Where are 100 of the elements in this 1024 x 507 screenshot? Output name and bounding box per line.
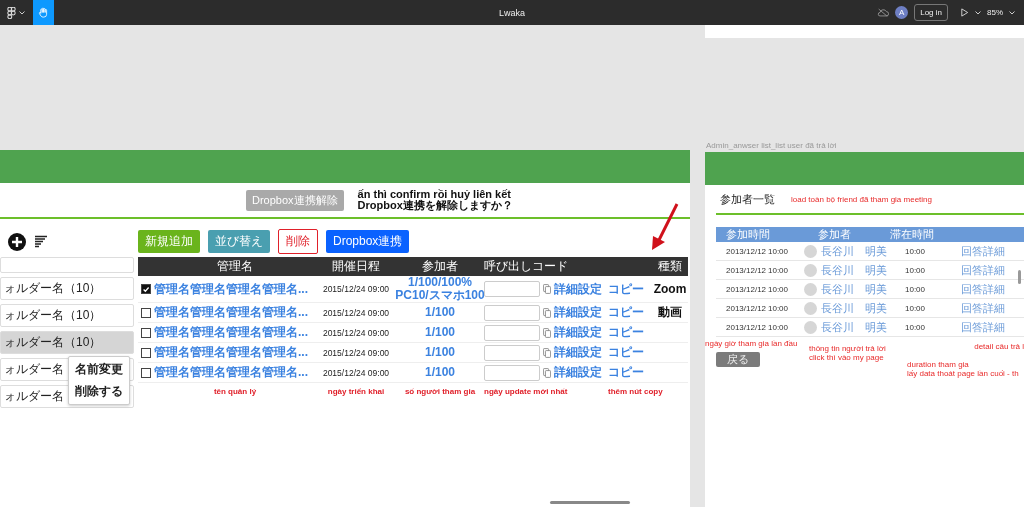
annotation-text: lấy data thoát page lần cuối - th <box>907 369 1019 378</box>
copy-link[interactable]: コピー <box>608 280 652 298</box>
name-link[interactable]: 管理名管理名管理名管理名... <box>154 280 316 298</box>
copy-icon[interactable] <box>543 307 551 318</box>
checkbox[interactable] <box>141 347 151 358</box>
scrollbar-thumb[interactable] <box>1018 270 1021 284</box>
settings-link[interactable]: 詳細設定 <box>554 304 608 321</box>
action-button[interactable]: 削除 <box>278 228 318 254</box>
annotation-text: thêm nút copy <box>608 387 664 396</box>
name-link[interactable]: 管理名管理名管理名管理名... <box>154 324 316 341</box>
annotation-text: ngày triển khai <box>327 387 385 396</box>
participant-link[interactable]: 長谷川 明美 <box>821 243 893 259</box>
copy-icon[interactable] <box>543 284 551 294</box>
menu-item[interactable]: 名前変更 <box>75 361 123 378</box>
action-button[interactable]: 並び替え <box>208 229 270 253</box>
settings-link[interactable]: 詳細設定 <box>554 280 608 298</box>
search-field[interactable] <box>0 257 134 273</box>
copy-link[interactable]: コピー <box>608 364 652 381</box>
detail-link[interactable]: 回答詳細 <box>961 281 1005 297</box>
checkbox[interactable] <box>141 367 151 378</box>
table-cell-text: 10:00 <box>768 322 790 332</box>
back-button[interactable]: 戻る <box>716 352 760 367</box>
action-button[interactable]: Dropbox連携 <box>326 229 410 253</box>
zoom-level[interactable]: 85% <box>987 8 1003 17</box>
table-cell: 2013/12/12 <box>726 322 768 332</box>
detail-link[interactable]: 回答詳細 <box>961 262 1005 278</box>
caret-icon[interactable] <box>1009 10 1015 15</box>
participant-link[interactable]: 長谷川 明美 <box>821 319 893 335</box>
copy-icon[interactable] <box>543 347 551 358</box>
logo-icon[interactable] <box>7 6 16 19</box>
participant-link[interactable]: 長谷川 明美 <box>821 300 893 316</box>
table-cell-text: 10:00 <box>905 265 927 275</box>
table-cell: 2013/12/12 <box>726 246 768 256</box>
code-field[interactable] <box>484 281 540 297</box>
table-cell: 2013/12/12 <box>726 265 768 275</box>
settings-link[interactable]: 詳細設定 <box>554 324 608 341</box>
avatar-icon <box>804 282 817 296</box>
table-cell-text: 10:00 <box>905 303 927 313</box>
settings-link[interactable]: 詳細設定 <box>554 344 608 361</box>
copy-link[interactable]: コピー <box>608 344 652 361</box>
copy-icon[interactable] <box>543 367 551 378</box>
copy-link[interactable]: コピー <box>608 324 652 341</box>
hand-tool-button[interactable] <box>33 0 54 25</box>
checkbox[interactable] <box>141 307 151 318</box>
table-cell-text: 10:00 <box>905 246 927 256</box>
detail-link[interactable]: 回答詳細 <box>961 300 1005 316</box>
folder-item[interactable]: ォルダー名（10） <box>0 277 134 300</box>
folder-item[interactable]: ォルダー名（10） <box>0 331 134 354</box>
annotation-text: duration tham gia <box>907 360 970 369</box>
login-button[interactable]: Log in <box>914 4 948 21</box>
avatar-icon <box>804 263 817 277</box>
column-header: 呼び出しコード <box>484 259 568 274</box>
copy-icon[interactable] <box>543 327 551 338</box>
detail-link[interactable]: 回答詳細 <box>961 319 1005 335</box>
name-link[interactable]: 管理名管理名管理名管理名... <box>154 364 316 381</box>
avatar-icon <box>804 244 817 258</box>
arrow-icon <box>650 202 680 252</box>
name-link[interactable]: 管理名管理名管理名管理名... <box>154 304 316 321</box>
table-cell: 2013/12/12 <box>726 284 768 294</box>
action-button[interactable]: 新規追加 <box>138 229 200 253</box>
code-field[interactable] <box>484 304 540 321</box>
table-cell-text: 10:00 <box>768 303 790 313</box>
caret-icon[interactable] <box>975 10 981 15</box>
participants-text: PC10/スマホ100 <box>395 289 485 302</box>
settings-link[interactable]: 詳細設定 <box>554 364 608 381</box>
scrollbar-thumb[interactable] <box>550 501 630 504</box>
code-field[interactable] <box>484 324 540 341</box>
table-cell-text: 10:00 <box>905 284 927 294</box>
column-header: 参加者 <box>422 259 458 274</box>
name-link[interactable]: 管理名管理名管理名管理名... <box>154 344 316 361</box>
column-header: 種類 <box>658 259 682 274</box>
column-header: 参加時間 <box>726 227 771 242</box>
play-icon[interactable] <box>960 8 969 17</box>
list-icon[interactable] <box>34 235 48 249</box>
annotation-text: ngày giờ tham gia lần đầu <box>705 339 799 348</box>
detail-link[interactable]: 回答詳細 <box>961 243 1005 259</box>
participant-link[interactable]: 長谷川 明美 <box>821 281 893 297</box>
table-cell: 2015/12/24 09:00 <box>322 367 390 378</box>
annotation-text: tên quản lý <box>213 387 257 396</box>
table-cell: 動画 <box>658 305 682 319</box>
add-icon[interactable] <box>8 233 26 251</box>
hand-icon <box>38 7 49 18</box>
column-header: 開催日程 <box>332 259 380 274</box>
folder-item[interactable]: ォルダー名（10） <box>0 304 134 327</box>
caret-icon[interactable] <box>19 10 25 15</box>
code-field[interactable] <box>484 344 540 361</box>
menu-item[interactable]: 削除する <box>75 383 123 400</box>
code-field[interactable] <box>484 364 540 381</box>
file-title: Lwaka <box>499 7 525 18</box>
cloud-off-icon[interactable] <box>877 8 890 17</box>
note-text: ấn thì confirm rồi huỷ liên kết <box>357 189 512 200</box>
checkbox[interactable] <box>141 327 151 338</box>
note-text: Dropbox連携を解除しますか？ <box>357 200 513 211</box>
checkbox[interactable] <box>141 284 151 294</box>
copy-link[interactable]: コピー <box>608 304 652 321</box>
participant-link[interactable]: 長谷川 明美 <box>821 262 893 278</box>
column-header: 管理名 <box>217 259 253 274</box>
dropbox-unlink-button[interactable]: Dropbox連携解除 <box>246 189 344 211</box>
table-cell: 2015/12/24 09:00 <box>322 307 390 318</box>
user-avatar[interactable]: A <box>895 6 909 19</box>
